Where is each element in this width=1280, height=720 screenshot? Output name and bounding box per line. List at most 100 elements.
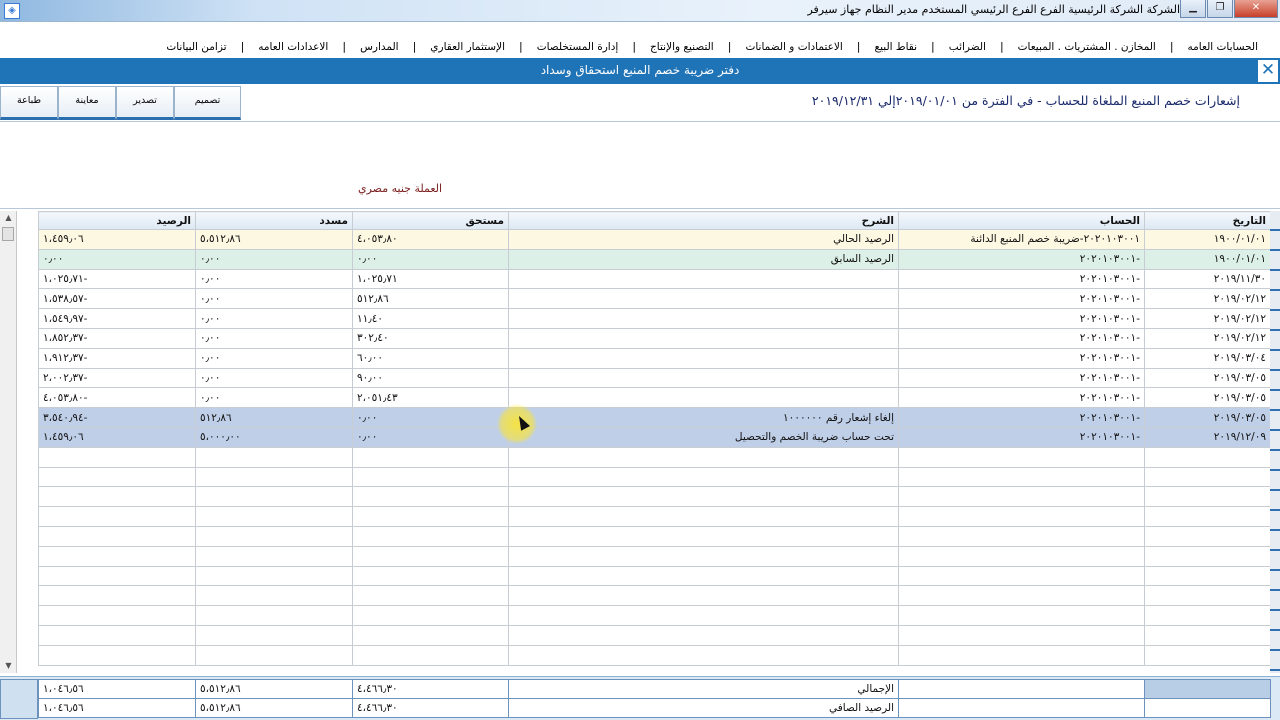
- empty-cell[interactable]: [1144, 466, 1271, 488]
- empty-cell[interactable]: [1144, 605, 1271, 626]
- empty-cell[interactable]: [508, 585, 899, 607]
- cell-date[interactable]: ٢٠١٩/٠٣/٠٥: [1144, 407, 1271, 428]
- empty-cell[interactable]: [508, 446, 899, 468]
- empty-cell[interactable]: [898, 585, 1145, 607]
- cell-due[interactable]: ٥١٢٫٨٦: [352, 288, 509, 310]
- empty-cell[interactable]: [1144, 644, 1271, 666]
- vertical-scrollbar[interactable]: ▲ ▼: [0, 211, 17, 673]
- empty-row[interactable]: [38, 466, 1271, 488]
- print-button[interactable]: طباعة: [0, 86, 58, 120]
- empty-cell[interactable]: [898, 605, 1145, 626]
- cell-paid[interactable]: ٠٫٠٠: [195, 268, 353, 290]
- empty-cell[interactable]: [195, 585, 353, 607]
- cell-due[interactable]: ٦٠٫٠٠: [352, 347, 509, 369]
- empty-cell[interactable]: [352, 525, 509, 547]
- cell-balance[interactable]: ١،٤٥٩٫٠٦: [38, 426, 196, 448]
- menu-item[interactable]: المدارس: [360, 41, 399, 53]
- preview-button[interactable]: معاينة: [58, 86, 116, 120]
- empty-cell[interactable]: [38, 506, 196, 527]
- table-row[interactable]: ٤،٠٥٣٫٨٠- ٠٫٠٠ ٢،٠٥١٫٤٣ -٢٠٢٠١٠٣٠٠١ ٢٠١٩/٠٣/…: [38, 387, 1271, 409]
- cell-due[interactable]: ٢،٠٥١٫٤٣: [352, 387, 509, 409]
- menu-item[interactable]: المخازن . المشتريات . المبيعات: [1018, 41, 1156, 53]
- cell-account[interactable]: -٢٠٢٠١٠٣٠٠١: [898, 327, 1145, 349]
- scroll-down-icon[interactable]: ▼: [0, 659, 17, 673]
- menu-item[interactable]: الحسابات العامه: [1188, 41, 1258, 53]
- empty-row[interactable]: [38, 585, 1271, 607]
- empty-cell[interactable]: [898, 466, 1145, 488]
- cell-date[interactable]: ١٩٠٠/٠١/٠١: [1144, 248, 1271, 270]
- empty-cell[interactable]: [352, 605, 509, 626]
- cell-date[interactable]: ٢٠١٩/٠٢/١٢: [1144, 308, 1271, 329]
- table-row[interactable]: ١،٨٥٢٫٣٧- ٠٫٠٠ ٣٠٢٫٤٠ -٢٠٢٠١٠٣٠٠١ ٢٠١٩/٠٢/١٢: [38, 327, 1271, 349]
- empty-cell[interactable]: [508, 525, 899, 547]
- cell-date[interactable]: ١٩٠٠/٠١/٠١: [1144, 229, 1271, 250]
- menu-item[interactable]: تزامن البيانات: [166, 41, 226, 53]
- empty-cell[interactable]: [195, 545, 353, 567]
- cell-description[interactable]: [508, 308, 899, 329]
- export-button[interactable]: تصدير: [116, 86, 174, 120]
- design-button[interactable]: تصميم: [174, 86, 241, 120]
- cell-account[interactable]: -٢٠٢٠١٠٣٠٠١: [898, 347, 1145, 369]
- cell-description[interactable]: [508, 268, 899, 290]
- empty-row[interactable]: [38, 605, 1271, 626]
- empty-cell[interactable]: [38, 605, 196, 626]
- empty-cell[interactable]: [38, 466, 196, 488]
- cell-description[interactable]: [508, 327, 899, 349]
- empty-cell[interactable]: [195, 525, 353, 547]
- cell-account[interactable]: -٢٠٢٠١٠٣٠٠١: [898, 367, 1145, 389]
- empty-cell[interactable]: [38, 585, 196, 607]
- cell-paid[interactable]: ٠٫٠٠: [195, 367, 353, 389]
- scroll-up-icon[interactable]: ▲: [0, 211, 17, 225]
- col-due-header[interactable]: مستحق: [352, 211, 509, 230]
- empty-cell[interactable]: [898, 644, 1145, 666]
- empty-cell[interactable]: [352, 506, 509, 527]
- cell-due[interactable]: ١١٫٤٠: [352, 308, 509, 329]
- empty-row[interactable]: [38, 545, 1271, 567]
- table-row[interactable]: ٣،٥٤٠٫٩٤- ٥١٢٫٨٦ ٠٫٠٠ إلغاء إشعار رقم ١٠٠٠٠…: [38, 407, 1271, 428]
- cell-date[interactable]: ٢٠١٩/٠٢/١٢: [1144, 327, 1271, 349]
- empty-row[interactable]: [38, 565, 1271, 587]
- empty-cell[interactable]: [195, 624, 353, 646]
- empty-cell[interactable]: [1144, 565, 1271, 587]
- cell-balance[interactable]: ١،٤٥٩٫٠٦: [38, 229, 196, 250]
- menu-item[interactable]: التصنيع والإنتاج: [650, 41, 714, 53]
- empty-cell[interactable]: [195, 446, 353, 468]
- col-description-header[interactable]: الشرح: [508, 211, 899, 230]
- cell-paid[interactable]: ٠٫٠٠: [195, 347, 353, 369]
- empty-cell[interactable]: [1144, 525, 1271, 547]
- cell-balance[interactable]: ١،٨٥٢٫٣٧-: [38, 327, 196, 349]
- menu-item[interactable]: نقاط البيع: [875, 41, 918, 53]
- col-date-header[interactable]: التاريخ: [1144, 211, 1271, 230]
- empty-cell[interactable]: [898, 525, 1145, 547]
- cell-paid[interactable]: ٥،٥١٢٫٨٦: [195, 229, 353, 250]
- empty-cell[interactable]: [38, 565, 196, 587]
- cell-balance[interactable]: ٣،٥٤٠٫٩٤-: [38, 407, 196, 428]
- empty-cell[interactable]: [898, 545, 1145, 567]
- table-row[interactable]: ١،٥٤٩٫٩٧- ٠٫٠٠ ١١٫٤٠ -٢٠٢٠١٠٣٠٠١ ٢٠١٩/٠٢/١٢: [38, 308, 1271, 329]
- menu-item[interactable]: الضرائب: [949, 41, 986, 53]
- col-account-header[interactable]: الحساب: [898, 211, 1145, 230]
- empty-cell[interactable]: [508, 565, 899, 587]
- cell-account[interactable]: -٢٠٢٠١٠٣٠٠١: [898, 308, 1145, 329]
- cell-account[interactable]: -٢٠٢٠١٠٣٠٠١: [898, 288, 1145, 310]
- table-row[interactable]: ١،٩١٢٫٣٧- ٠٫٠٠ ٦٠٫٠٠ -٢٠٢٠١٠٣٠٠١ ٢٠١٩/٠٣/٠٤: [38, 347, 1271, 369]
- minimize-button[interactable]: ▁: [1180, 0, 1206, 18]
- empty-cell[interactable]: [38, 644, 196, 666]
- cell-description[interactable]: الرصيد السابق: [508, 248, 899, 270]
- empty-cell[interactable]: [508, 605, 899, 626]
- restore-button[interactable]: ❐: [1207, 0, 1233, 18]
- cell-paid[interactable]: ٠٫٠٠: [195, 288, 353, 310]
- cell-balance[interactable]: ٢،٠٠٢٫٣٧-: [38, 367, 196, 389]
- empty-cell[interactable]: [195, 466, 353, 488]
- cell-due[interactable]: ٩٠٫٠٠: [352, 367, 509, 389]
- cell-balance[interactable]: ٠٫٠٠: [38, 248, 196, 270]
- cell-account[interactable]: -٢٠٢٠١٠٣٠٠١: [898, 407, 1145, 428]
- cell-paid[interactable]: ٥،٠٠٠٫٠٠: [195, 426, 353, 448]
- empty-cell[interactable]: [508, 644, 899, 666]
- empty-cell[interactable]: [352, 585, 509, 607]
- empty-cell[interactable]: [38, 446, 196, 468]
- cell-date[interactable]: ٢٠١٩/٠٢/١٢: [1144, 288, 1271, 310]
- cell-account[interactable]: -٢٠٢٠١٠٣٠٠١: [898, 268, 1145, 290]
- cell-balance[interactable]: ١،٥٤٩٫٩٧-: [38, 308, 196, 329]
- table-row[interactable]: ٢،٠٠٢٫٣٧- ٠٫٠٠ ٩٠٫٠٠ -٢٠٢٠١٠٣٠٠١ ٢٠١٩/٠٣/٠٥: [38, 367, 1271, 389]
